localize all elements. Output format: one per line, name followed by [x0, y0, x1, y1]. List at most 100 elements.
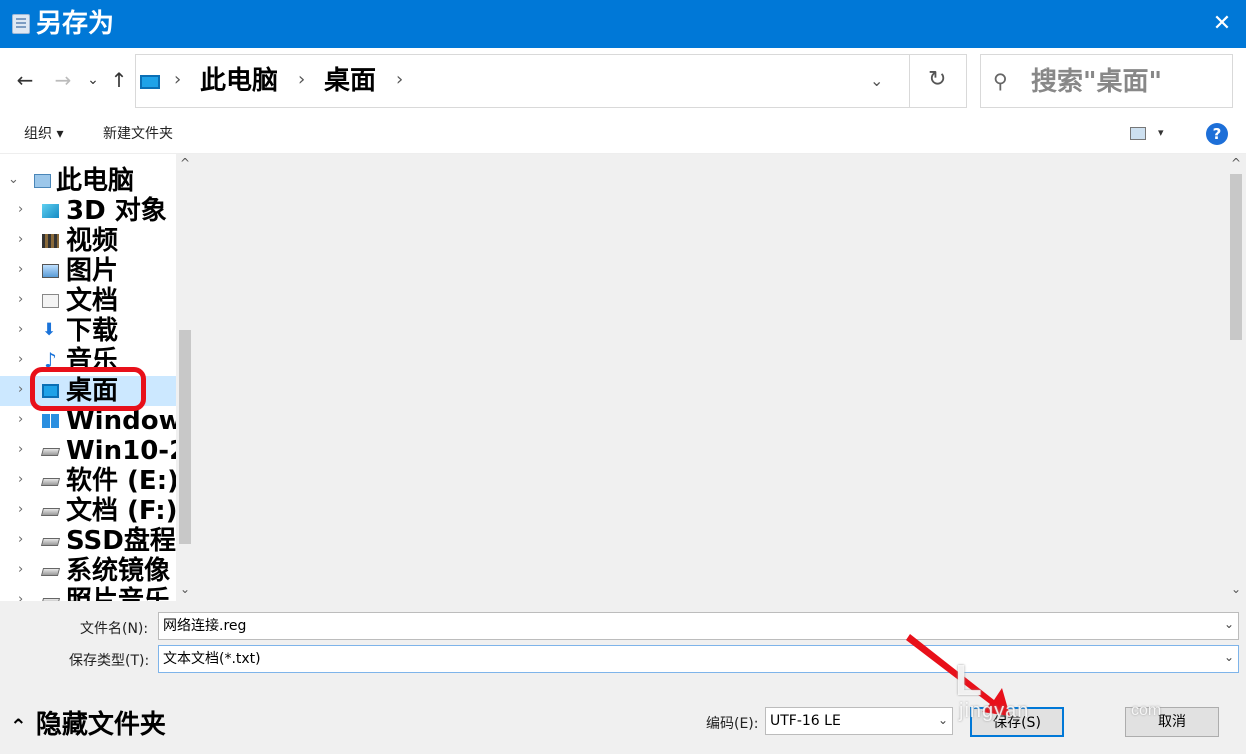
navigation-pane-scrollbar[interactable]: ^ ⌄	[176, 154, 194, 601]
drive-icon	[40, 508, 61, 516]
computer-icon	[140, 75, 160, 89]
scroll-down-arrow[interactable]: ⌄	[178, 582, 192, 596]
breadcrumb-separator[interactable]: ›	[298, 69, 305, 90]
tree-item[interactable]: › 系统镜像	[0, 556, 176, 586]
drive-icon	[40, 568, 61, 576]
tree-item[interactable]: › SSD盘程	[0, 526, 176, 556]
hide-folders-toggle[interactable]: ⌃ 隐藏文件夹	[10, 709, 166, 742]
chevron-right-icon[interactable]: ›	[18, 352, 23, 367]
filetype-dropdown-button[interactable]: ⌄	[1224, 650, 1234, 664]
new-folder-button[interactable]: 新建文件夹	[103, 125, 173, 143]
address-dropdown-button[interactable]: ⌄	[870, 71, 883, 90]
refresh-button[interactable]: ↻	[928, 67, 946, 92]
address-bar[interactable]: › 此电脑 › 桌面 › ⌄ ↻	[135, 54, 967, 108]
tree-item-label: Win10-2	[66, 436, 176, 466]
tree-item-label: 图片	[66, 256, 119, 286]
chevron-right-icon[interactable]: ›	[18, 592, 23, 601]
chevron-right-icon[interactable]: ›	[18, 262, 23, 277]
tree-item[interactable]: › 图片	[0, 256, 176, 286]
3d-objects-icon	[42, 204, 59, 218]
file-list-area[interactable]	[194, 154, 1226, 601]
chevron-right-icon[interactable]: ›	[18, 442, 23, 457]
encoding-label: 编码(E):	[706, 716, 759, 732]
documents-icon	[42, 294, 59, 308]
chevron-right-icon[interactable]: ›	[18, 322, 23, 337]
chevron-right-icon[interactable]: ›	[18, 202, 23, 217]
tree-item[interactable]: › 文档	[0, 286, 176, 316]
window-title: 另存为	[36, 9, 115, 39]
view-dropdown-button[interactable]: ▾	[1158, 126, 1164, 139]
filename-input[interactable]: 网络连接.reg ⌄	[158, 612, 1239, 640]
tree-item-label: 照片音乐	[66, 586, 171, 601]
drive-icon	[40, 448, 61, 456]
close-button[interactable]: ✕	[1198, 0, 1246, 48]
download-icon	[42, 320, 59, 340]
scroll-thumb[interactable]	[1230, 174, 1242, 340]
tree-item-label: 系统镜像	[66, 556, 171, 586]
tree-item-label: 此电脑	[56, 166, 135, 196]
scroll-down-arrow[interactable]: ⌄	[1229, 582, 1243, 596]
filename-dropdown-button[interactable]: ⌄	[1224, 617, 1234, 631]
view-options-icon[interactable]	[1130, 127, 1146, 140]
tree-item-label: 文档	[66, 286, 119, 316]
chevron-right-icon[interactable]: ›	[18, 472, 23, 487]
scroll-thumb[interactable]	[179, 330, 191, 544]
chevron-right-icon[interactable]: ›	[18, 412, 23, 427]
drive-icon	[40, 478, 61, 486]
search-placeholder: 搜索"桌面"	[1031, 67, 1163, 97]
tree-item[interactable]: › 视频	[0, 226, 176, 256]
filename-label: 文件名(N):	[80, 621, 149, 637]
tree-item[interactable]: › 软件 (E:)	[0, 466, 176, 496]
breadcrumb-desktop[interactable]: 桌面	[324, 65, 376, 97]
music-icon	[42, 348, 59, 372]
organize-button[interactable]: 组织 ▾	[24, 125, 63, 143]
computer-icon	[34, 174, 51, 188]
notepad-icon	[12, 14, 30, 34]
dialog-footer: ⌃ 隐藏文件夹 编码(E): UTF-16 LE ⌄ 保存(S) 取消	[0, 691, 1246, 754]
search-icon: ⚲	[993, 69, 1008, 93]
filename-value: 网络连接.reg	[163, 618, 247, 634]
breadcrumb-separator[interactable]: ›	[396, 69, 403, 90]
chevron-right-icon[interactable]: ›	[18, 562, 23, 577]
tree-item-label: 软件 (E:)	[66, 466, 176, 496]
cancel-button[interactable]: 取消	[1125, 707, 1219, 737]
tree-item[interactable]: › 照片音乐	[0, 586, 176, 601]
help-icon[interactable]: ?	[1206, 123, 1228, 145]
address-divider	[909, 55, 910, 107]
chevron-right-icon[interactable]: ›	[18, 382, 23, 397]
filetype-value: 文本文档(*.txt)	[163, 651, 261, 667]
scroll-up-arrow[interactable]: ^	[178, 156, 192, 170]
chevron-right-icon[interactable]: ›	[18, 292, 23, 307]
tree-item[interactable]: › 3D 对象	[0, 196, 176, 226]
file-list-scrollbar[interactable]: ^ ⌄	[1226, 154, 1246, 601]
navigation-bar: ← → ⌄ ↑ › 此电脑 › 桌面 › ⌄ ↻ ⚲ 搜索"桌面"	[0, 48, 1246, 114]
filetype-select[interactable]: 文本文档(*.txt) ⌄	[158, 645, 1239, 673]
chevron-down-icon[interactable]: ⌄	[8, 172, 19, 187]
back-button[interactable]: ←	[14, 68, 36, 92]
chevron-right-icon[interactable]: ›	[18, 232, 23, 247]
recent-locations-button[interactable]: ⌄	[82, 68, 104, 92]
forward-button[interactable]: →	[52, 68, 74, 92]
chevron-right-icon[interactable]: ›	[18, 532, 23, 547]
search-box[interactable]: ⚲ 搜索"桌面"	[980, 54, 1233, 108]
desktop-highlight-annotation	[30, 367, 146, 411]
tree-item[interactable]: › Win10-2	[0, 436, 176, 466]
tree-item-label: 3D 对象	[66, 196, 167, 226]
tree-item[interactable]: › 下载	[0, 316, 176, 346]
scroll-up-arrow[interactable]: ^	[1229, 156, 1243, 170]
hide-folders-label: 隐藏文件夹	[35, 710, 166, 740]
pictures-icon	[42, 264, 59, 278]
chevron-up-icon: ⌃	[10, 714, 27, 738]
chevron-right-icon[interactable]: ›	[18, 502, 23, 517]
breadcrumb-this-pc[interactable]: 此电脑	[200, 65, 278, 97]
command-toolbar: 组织 ▾ 新建文件夹 ▾ ?	[0, 114, 1246, 154]
up-button[interactable]: ↑	[108, 68, 130, 92]
tree-item-label: 文档 (F:)	[66, 496, 176, 526]
tree-item[interactable]: › 文档 (F:)	[0, 496, 176, 526]
breadcrumb-separator[interactable]: ›	[174, 69, 181, 90]
windows-drive-icon	[42, 414, 59, 428]
red-arrow-annotation	[906, 634, 1010, 716]
title-bar: 另存为 ✕	[0, 0, 1246, 48]
tree-item[interactable]: ⌄ 此电脑	[0, 166, 176, 196]
drive-icon	[40, 538, 61, 546]
